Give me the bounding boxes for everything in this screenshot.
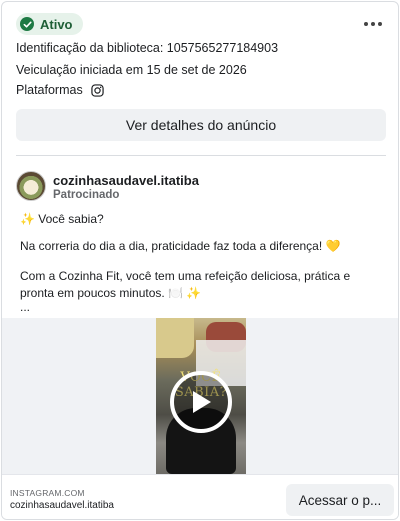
status-row: Ativo bbox=[16, 13, 83, 35]
advertiser-name[interactable]: cozinhasaudavel.itatiba bbox=[53, 173, 199, 188]
status-badge: Ativo bbox=[16, 13, 83, 35]
sponsored-label: Patrocinado bbox=[53, 189, 120, 201]
ad-details-button[interactable]: Ver detalhes do anúncio bbox=[16, 109, 386, 141]
more-options-button[interactable] bbox=[362, 14, 384, 34]
advertiser-avatar[interactable] bbox=[16, 171, 46, 201]
more-horizontal-icon bbox=[364, 22, 368, 26]
library-id: Identificação da biblioteca: 10575652771… bbox=[16, 41, 279, 55]
start-date: Veiculação iniciada em 15 de set de 2026 bbox=[16, 63, 247, 77]
footer-page-name: cozinhasaudavel.itatiba bbox=[10, 500, 114, 511]
post-text-line-2: Na correria do dia a dia, praticidade fa… bbox=[20, 239, 341, 253]
status-label: Ativo bbox=[40, 16, 73, 32]
cta-button[interactable]: Acessar o p... bbox=[286, 484, 394, 516]
platforms-row: Plataformas bbox=[16, 83, 104, 97]
divider bbox=[16, 155, 386, 156]
instagram-icon bbox=[91, 83, 104, 97]
play-icon bbox=[193, 391, 211, 413]
post-text-ellipsis: ... bbox=[20, 300, 31, 314]
media-area: VOCÊ SABIA? bbox=[2, 318, 398, 474]
ad-card: Ativo Identificação da biblioteca: 10575… bbox=[1, 1, 399, 520]
platforms-label: Plataformas bbox=[16, 83, 83, 97]
footer-domain: INSTAGRAM.COM bbox=[10, 488, 85, 498]
post-text-line-1: ✨ Você sabia? bbox=[20, 212, 104, 226]
video-thumbnail[interactable]: VOCÊ SABIA? bbox=[156, 318, 246, 474]
check-circle-icon bbox=[20, 17, 34, 31]
post-text-line-3: Com a Cozinha Fit, você tem uma refeição… bbox=[20, 269, 351, 300]
play-button[interactable] bbox=[170, 371, 232, 433]
ad-footer: INSTAGRAM.COM cozinhasaudavel.itatiba Ac… bbox=[2, 474, 398, 519]
